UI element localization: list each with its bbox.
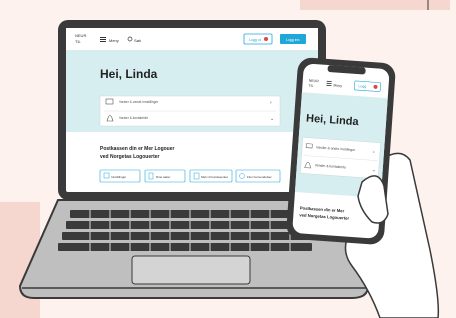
laptop-login-label: Logg inn: [286, 38, 299, 42]
laptop-greeting: Hei, Linda: [100, 67, 158, 81]
trackpad: [131, 255, 251, 285]
laptop-logout-label: Logg ut: [249, 38, 261, 42]
phone-logo-line1: NEUR: [309, 79, 320, 84]
phone-login-label: Logg: [358, 84, 366, 89]
quick-action-3[interactable]: Skriv til kundesenter: [189, 169, 233, 183]
quick-action-3-label: Skriv til kundesenter: [201, 175, 228, 179]
laptop-login-button[interactable]: Logg inn: [280, 34, 306, 44]
quick-action-2-label: Dine saker: [156, 175, 170, 179]
laptop-logout-button[interactable]: Logg ut: [243, 33, 273, 45]
laptop-list-item-1-label: Varsler & varsel-innstillinger: [119, 100, 159, 104]
notification-dot-icon: [264, 37, 268, 41]
menu-icon: [100, 37, 106, 38]
illustration: NEUR TIL Meny Søk Logg ut Logg inn Hei, …: [18, 0, 440, 318]
quick-action-4[interactable]: Finn henvendelser: [235, 169, 281, 183]
laptop-logo-line1: NEUR: [75, 33, 86, 38]
phone-login-button[interactable]: Logg: [353, 80, 382, 92]
chevron-down-icon: ⌄: [371, 167, 376, 173]
quick-action-1[interactable]: Innstillinger: [99, 169, 141, 183]
laptop-search-label: Søk: [134, 38, 141, 43]
laptop-menu-label: Meny: [109, 38, 119, 43]
quick-action-2[interactable]: Dine saker: [144, 169, 186, 183]
quick-action-4-label: Finn henvendelser: [247, 175, 272, 179]
laptop-logo-line2: TIL: [75, 39, 82, 44]
laptop-section-title-line2: ved Norgetas Logouerter: [100, 154, 160, 160]
laptop-list-item-2-label: Varsler & kontaktinfo: [119, 116, 148, 120]
quick-action-1-label: Innstillinger: [111, 175, 126, 179]
phone-logo-line2: TIL: [308, 84, 313, 88]
chevron-down-icon: ⌄: [270, 116, 274, 122]
phone-menu-label: Meny: [333, 83, 342, 88]
laptop-section-title-line1: Postkassen din er Mer Logouer: [100, 146, 175, 152]
